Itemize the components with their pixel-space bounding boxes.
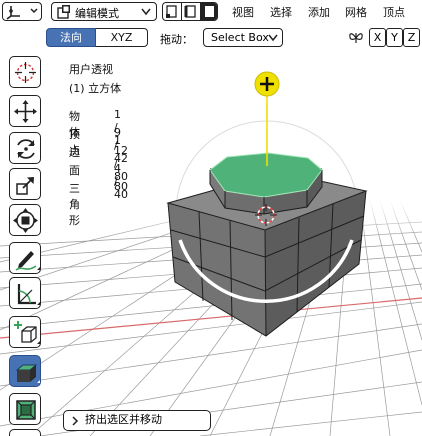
redo-panel[interactable]: 挤出选区并移动 <box>63 410 211 431</box>
vertex-select-icon <box>166 5 177 18</box>
drag-label: 拖动： <box>160 33 193 46</box>
3d-viewport[interactable]: 用户透视 (1) 立方体 物体 1 / 1 顶点 9 / 42 边 12 / 80 面… <box>0 51 422 436</box>
measure-icon <box>17 284 40 305</box>
chevron-down-icon <box>268 34 278 42</box>
tool-move[interactable] <box>9 95 41 127</box>
mirror-butterfly-icon[interactable] <box>348 30 364 46</box>
orientation-xyz-button[interactable]: XYZ <box>96 28 148 47</box>
stat-value: 80 <box>114 180 128 193</box>
menu-select[interactable]: 选择 <box>270 4 292 20</box>
editor-type-dropdown[interactable] <box>2 2 42 21</box>
tool-transform[interactable] <box>9 204 41 236</box>
orientation-normal-button[interactable]: 法向 <box>46 28 96 47</box>
chevron-right-icon <box>72 416 79 426</box>
drag-select-value: Select Box <box>211 31 269 44</box>
stat-label: 三角形 <box>69 182 80 227</box>
stat-label: 面 <box>69 164 80 177</box>
tool-annotate[interactable] <box>9 242 41 274</box>
stat-label: 边 <box>69 146 80 159</box>
menu-view[interactable]: 视图 <box>232 4 254 20</box>
blender-app: 编辑模式 视图 选择 添加 网格 顶点 法向 XYZ 拖动： Select Bo… <box>0 0 422 436</box>
mode-dropdown-label: 编辑模式 <box>75 7 119 20</box>
axes-icon <box>6 6 38 20</box>
x-axis-line <box>0 297 422 339</box>
menu-vertex[interactable]: 顶点 <box>383 4 405 20</box>
object-name: (1) 立方体 <box>69 82 122 95</box>
tool-extrude-region[interactable] <box>9 355 41 387</box>
drag-select-dropdown[interactable]: Select Box <box>203 28 283 47</box>
rotate-icon <box>17 139 35 159</box>
mirror-z-button[interactable]: Z <box>403 28 420 47</box>
header-bar: 编辑模式 视图 选择 添加 网格 顶点 <box>0 0 422 24</box>
scale-icon <box>16 177 34 195</box>
annotate-icon <box>15 251 40 271</box>
tool-measure[interactable] <box>9 277 41 309</box>
move-icon <box>14 100 37 123</box>
extrude-region-icon <box>15 364 40 383</box>
edge-select-button[interactable] <box>181 3 200 20</box>
face-select-icon <box>205 6 214 17</box>
chevron-down-icon <box>30 8 38 14</box>
edge-select-icon <box>184 5 196 18</box>
tool-scale[interactable] <box>9 168 41 200</box>
mirror-x-button[interactable]: X <box>369 28 386 47</box>
add-cube-icon <box>14 321 40 344</box>
menu-mesh[interactable]: 网格 <box>345 4 367 20</box>
redo-panel-label: 挤出选区并移动 <box>85 413 162 426</box>
tool-settings-bar: 法向 XYZ 拖动： Select Box X Y Z <box>0 27 422 49</box>
selected-face <box>209 152 323 198</box>
tool-rotate[interactable] <box>9 132 41 164</box>
viewport-scene <box>0 71 422 436</box>
mirror-y-button[interactable]: Y <box>386 28 403 47</box>
tool-cursor[interactable] <box>9 56 41 88</box>
mode-dropdown[interactable]: 编辑模式 <box>51 2 157 21</box>
face-select-button[interactable] <box>200 3 217 20</box>
edit-mode-icon <box>57 5 70 19</box>
tool-add-cube[interactable] <box>9 316 41 348</box>
chevron-down-icon <box>141 8 151 16</box>
tool-bevel[interactable] <box>9 429 41 436</box>
transform-icon <box>13 208 38 233</box>
menu-add[interactable]: 添加 <box>308 4 330 20</box>
cursor-icon <box>15 62 36 83</box>
tool-inset-faces[interactable] <box>9 393 41 425</box>
select-mode-group <box>162 2 218 21</box>
inset-faces-icon <box>16 400 36 420</box>
view-name: 用户透视 <box>69 63 113 76</box>
vertex-select-button[interactable] <box>163 3 181 20</box>
